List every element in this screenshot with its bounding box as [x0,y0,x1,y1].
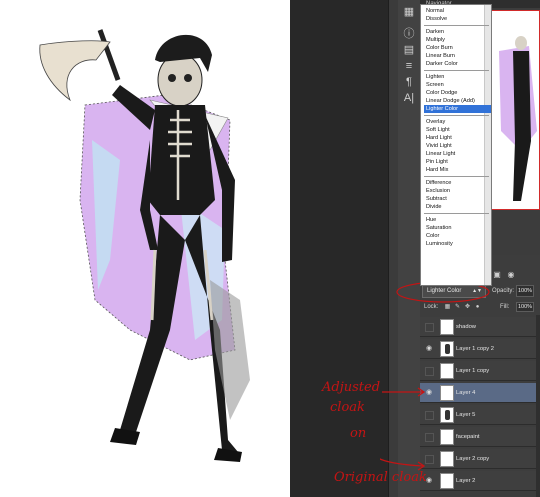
navigator-preview[interactable] [490,10,540,210]
blend-mode-option[interactable]: Color Dodge [424,89,491,97]
annotation-arrows [380,387,426,471]
layer-row[interactable]: Layer 1 copy [420,361,536,381]
layer-name: Layer 1 copy 2 [456,346,495,352]
blend-mode-option[interactable]: Hard Mix [424,166,491,174]
layer-comps-icon[interactable]: ▦ [401,4,417,20]
blend-mode-option[interactable]: Darker Color [424,60,491,68]
layer-row[interactable]: shadow [420,317,536,337]
blend-mode-option[interactable]: Darken [424,28,491,36]
blend-mode-option[interactable]: Difference [424,179,491,187]
layer-name: shadow [456,324,476,330]
layer-thumbnail [440,429,454,445]
info-icon[interactable]: ⓘ [401,26,417,42]
opacity-field[interactable]: 100% [516,285,534,297]
canvas-area[interactable] [0,0,399,497]
smart-object-filter-icon[interactable]: ▣ [492,269,502,281]
document-canvas[interactable] [0,0,290,497]
character-icon[interactable]: A| [401,90,417,106]
paragraph-icon[interactable]: ¶ [401,74,417,90]
blend-mode-option[interactable]: Linear Dodge (Add) [424,97,491,105]
blend-mode-option[interactable]: Linear Burn [424,52,491,60]
layer-thumbnail [440,363,454,379]
blend-mode-option[interactable]: Color [424,232,491,240]
blend-mode-option[interactable]: Lighter Color [424,105,491,113]
blend-mode-option[interactable]: Multiply [424,36,491,44]
annotation-text: Adjusted [322,380,381,395]
visibility-eye-icon[interactable] [425,367,434,376]
blend-mode-option[interactable]: Subtract [424,195,491,203]
blend-mode-option[interactable]: Dissolve [424,15,491,23]
layer-name: Layer 5 [456,412,476,418]
history-icon[interactable]: ▤ [401,42,417,58]
lock-position-icon[interactable]: ✥ [464,303,471,311]
layer-thumbnail [440,473,454,489]
blend-mode-option[interactable]: Soft Light [424,126,491,134]
character-illustration [39,29,250,462]
layer-name: Layer 1 copy [456,368,490,374]
dropdown-divider [424,213,489,214]
visibility-eye-icon[interactable]: ◉ [424,344,434,354]
blend-mode-option[interactable]: Luminosity [424,240,491,248]
layer-row[interactable]: ◉ Layer 1 copy 2 [420,339,536,359]
lock-row: Lock: ▦ ✎ ✥ ● Fill: 100% [420,301,540,313]
blend-mode-option[interactable]: Screen [424,81,491,89]
blend-mode-option[interactable]: Divide [424,203,491,211]
dropdown-divider [424,70,489,71]
layer-name: Layer 2 copy [456,456,490,462]
blend-mode-option[interactable]: Normal [424,7,491,15]
filter-toggle-icon[interactable]: ◉ [506,269,516,281]
blend-mode-option[interactable]: Lighten [424,73,491,81]
lock-label: Lock: [424,304,439,310]
lock-all-icon[interactable]: ● [474,303,481,311]
layer-name: facepaint [456,434,480,440]
blend-mode-dropdown-list[interactable]: Normal Dissolve Darken Multiply Color Burn Li… [420,4,492,286]
layers-scrollbar[interactable] [536,315,540,497]
annotation-text: on [350,426,367,441]
dropdown-divider [424,176,489,177]
blend-mode-option[interactable]: Vivid Light [424,142,491,150]
blend-mode-option[interactable]: Saturation [424,224,491,232]
visibility-eye-icon[interactable] [425,323,434,332]
annotation-text: cloak [330,400,365,415]
layer-thumbnail [440,385,454,401]
blend-mode-option[interactable]: Hue [424,216,491,224]
blend-mode-option[interactable]: Hard Light [424,134,491,142]
lock-pixels-icon[interactable]: ✎ [454,303,461,311]
blend-mode-option[interactable]: Exclusion [424,187,491,195]
layer-name: Layer 4 [456,390,476,396]
fill-field[interactable]: 100% [516,302,534,312]
lock-transparent-icon[interactable]: ▦ [444,303,451,311]
blend-mode-option[interactable]: Overlay [424,118,491,126]
layer-thumbnail [440,341,454,357]
dropdown-divider [424,115,489,116]
fill-label: Fill: [500,304,510,310]
blend-mode-option[interactable]: Pin Light [424,158,491,166]
dropdown-divider [424,25,489,26]
layer-thumbnail [440,407,454,423]
opacity-label: Opacity: [492,288,515,294]
layer-name: Layer 2 [456,478,476,484]
blend-mode-option[interactable]: Color Burn [424,44,491,52]
layer-thumbnail [440,319,454,335]
layer-thumbnail [440,451,454,467]
blend-mode-option[interactable]: Linear Light [424,150,491,158]
adjustments-icon[interactable]: ≡ [401,58,417,74]
